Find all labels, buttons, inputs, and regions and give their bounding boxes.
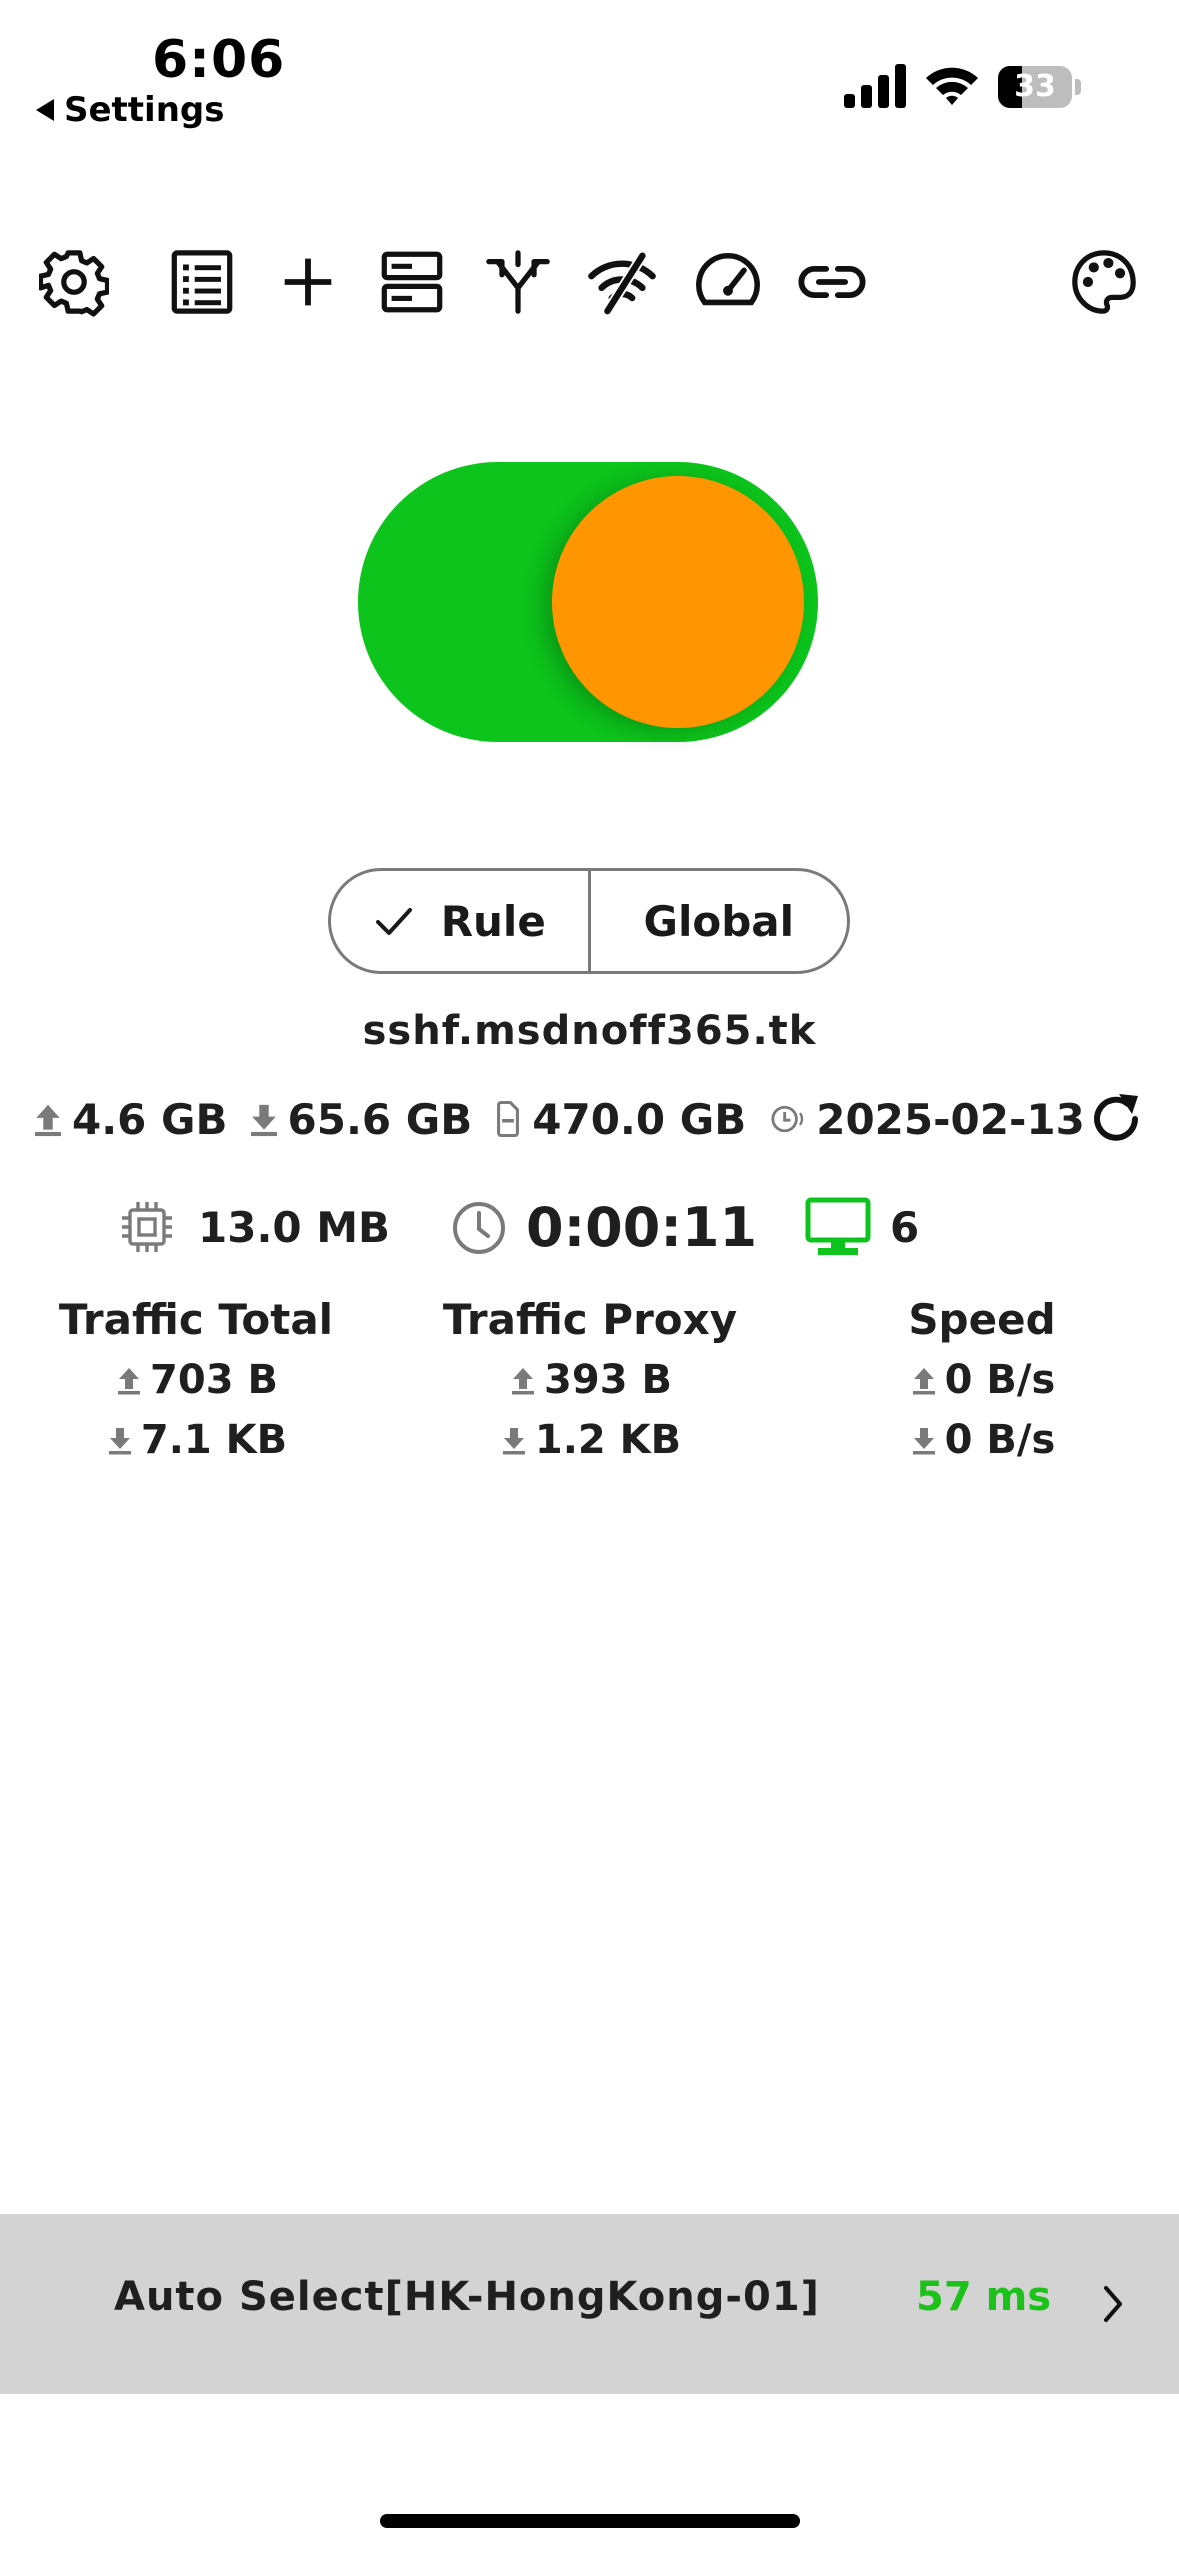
traffic-proxy-title: Traffic Proxy bbox=[442, 1295, 738, 1344]
download-arrow-icon bbox=[250, 1104, 277, 1137]
network-button[interactable] bbox=[584, 244, 660, 320]
subscription-total: 470.0 GB bbox=[532, 1094, 747, 1144]
refresh-icon[interactable] bbox=[1086, 1088, 1146, 1150]
uptime-value: 0:00:11 bbox=[526, 1196, 758, 1259]
settings-button[interactable] bbox=[36, 244, 112, 320]
speedometer-icon bbox=[696, 253, 760, 306]
routing-icon bbox=[486, 250, 550, 314]
link-icon bbox=[798, 265, 866, 299]
battery-indicator: 33 bbox=[998, 66, 1082, 108]
proxy-name: Auto Select[HK-HongKong-01] bbox=[114, 2274, 820, 2320]
speed-test-button[interactable] bbox=[690, 244, 766, 320]
wifi-icon bbox=[926, 67, 978, 105]
download-arrow-icon bbox=[108, 1428, 131, 1455]
memory-usage: 13.0 MB bbox=[116, 1196, 390, 1258]
subscription-info: 4.6 GB 65.6 GB 470.0 GB 2025-02-13 bbox=[30, 1088, 1085, 1150]
wifi-off-icon bbox=[588, 250, 656, 317]
traffic-proxy-down-value: 1.2 KB bbox=[534, 1417, 682, 1463]
devices-count: 6 bbox=[890, 1202, 920, 1252]
subscription-upload: 4.6 GB bbox=[72, 1094, 228, 1144]
clock-icon bbox=[453, 1201, 505, 1254]
global-mode-button[interactable]: Global bbox=[587, 871, 848, 971]
upload-arrow-icon bbox=[118, 1368, 141, 1395]
back-arrow-icon bbox=[36, 99, 54, 121]
traffic-total-block: Traffic Total 703 B 7.1 KB bbox=[6, 1290, 386, 1470]
speed-up: 0 B/s bbox=[909, 1350, 1056, 1410]
palette-icon bbox=[1072, 250, 1136, 314]
logs-button[interactable] bbox=[164, 244, 240, 320]
expiry-clock-icon bbox=[771, 1105, 804, 1133]
back-label: Settings bbox=[64, 90, 225, 130]
speed-down-value: 0 B/s bbox=[944, 1417, 1056, 1463]
home-indicator bbox=[380, 2514, 800, 2528]
upload-arrow-icon bbox=[512, 1368, 535, 1395]
traffic-proxy-up-value: 393 B bbox=[544, 1357, 672, 1403]
mode-segmented-control: Rule Global bbox=[328, 868, 850, 974]
speed-title: Speed bbox=[908, 1295, 1056, 1344]
profile-host: sshf.msdnoff365.tk bbox=[362, 1008, 817, 1054]
battery-percent: 33 bbox=[1014, 69, 1056, 104]
plus-icon bbox=[284, 258, 332, 306]
servers-button[interactable] bbox=[374, 244, 450, 320]
traffic-total-up: 703 B bbox=[114, 1350, 278, 1410]
traffic-total-title: Traffic Total bbox=[58, 1295, 334, 1344]
add-button[interactable] bbox=[270, 244, 346, 320]
data-quota-icon bbox=[497, 1101, 520, 1137]
speed-up-value: 0 B/s bbox=[944, 1357, 1056, 1403]
connect-toggle[interactable] bbox=[358, 462, 818, 742]
cellular-signal-icon bbox=[844, 64, 906, 108]
subscription-expiry: 2025-02-13 bbox=[816, 1094, 1085, 1144]
theme-button[interactable] bbox=[1066, 244, 1142, 320]
traffic-total-down-value: 7.1 KB bbox=[140, 1417, 288, 1463]
connected-devices: 6 bbox=[804, 1196, 919, 1258]
subscription-download: 65.6 GB bbox=[287, 1094, 473, 1144]
proxy-latency: 57 ms bbox=[916, 2274, 1052, 2320]
chevron-right-icon bbox=[1104, 2286, 1122, 2322]
download-arrow-icon bbox=[912, 1428, 935, 1455]
back-to-settings-link[interactable]: Settings bbox=[36, 90, 225, 130]
list-icon bbox=[171, 250, 233, 314]
speed-down: 0 B/s bbox=[909, 1410, 1056, 1470]
cpu-chip-icon bbox=[122, 1202, 172, 1252]
speed-block: Speed 0 B/s 0 B/s bbox=[792, 1290, 1172, 1470]
rule-mode-label: Rule bbox=[440, 896, 546, 946]
traffic-proxy-block: Traffic Proxy 393 B 1.2 KB bbox=[400, 1290, 780, 1470]
checkmark-icon bbox=[375, 908, 412, 935]
toggle-knob bbox=[552, 476, 804, 728]
servers-icon bbox=[381, 251, 443, 313]
status-time: 6:06 bbox=[152, 30, 286, 90]
traffic-total-down: 7.1 KB bbox=[105, 1410, 287, 1470]
routing-button[interactable] bbox=[480, 244, 556, 320]
memory-value: 13.0 MB bbox=[198, 1202, 391, 1252]
link-button[interactable] bbox=[794, 244, 870, 320]
monitor-icon bbox=[805, 1197, 871, 1255]
proxy-selector-bar[interactable]: Auto Select[HK-HongKong-01] 57 ms bbox=[0, 2214, 1179, 2394]
upload-arrow-icon bbox=[912, 1368, 935, 1395]
rule-mode-button[interactable]: Rule bbox=[331, 871, 588, 971]
download-arrow-icon bbox=[502, 1428, 525, 1455]
traffic-total-up-value: 703 B bbox=[150, 1357, 278, 1403]
uptime: 0:00:11 bbox=[448, 1196, 757, 1259]
upload-arrow-icon bbox=[35, 1104, 61, 1137]
traffic-proxy-down: 1.2 KB bbox=[499, 1410, 681, 1470]
global-mode-label: Global bbox=[643, 896, 795, 946]
traffic-proxy-up: 393 B bbox=[508, 1350, 672, 1410]
gear-icon bbox=[39, 250, 109, 317]
